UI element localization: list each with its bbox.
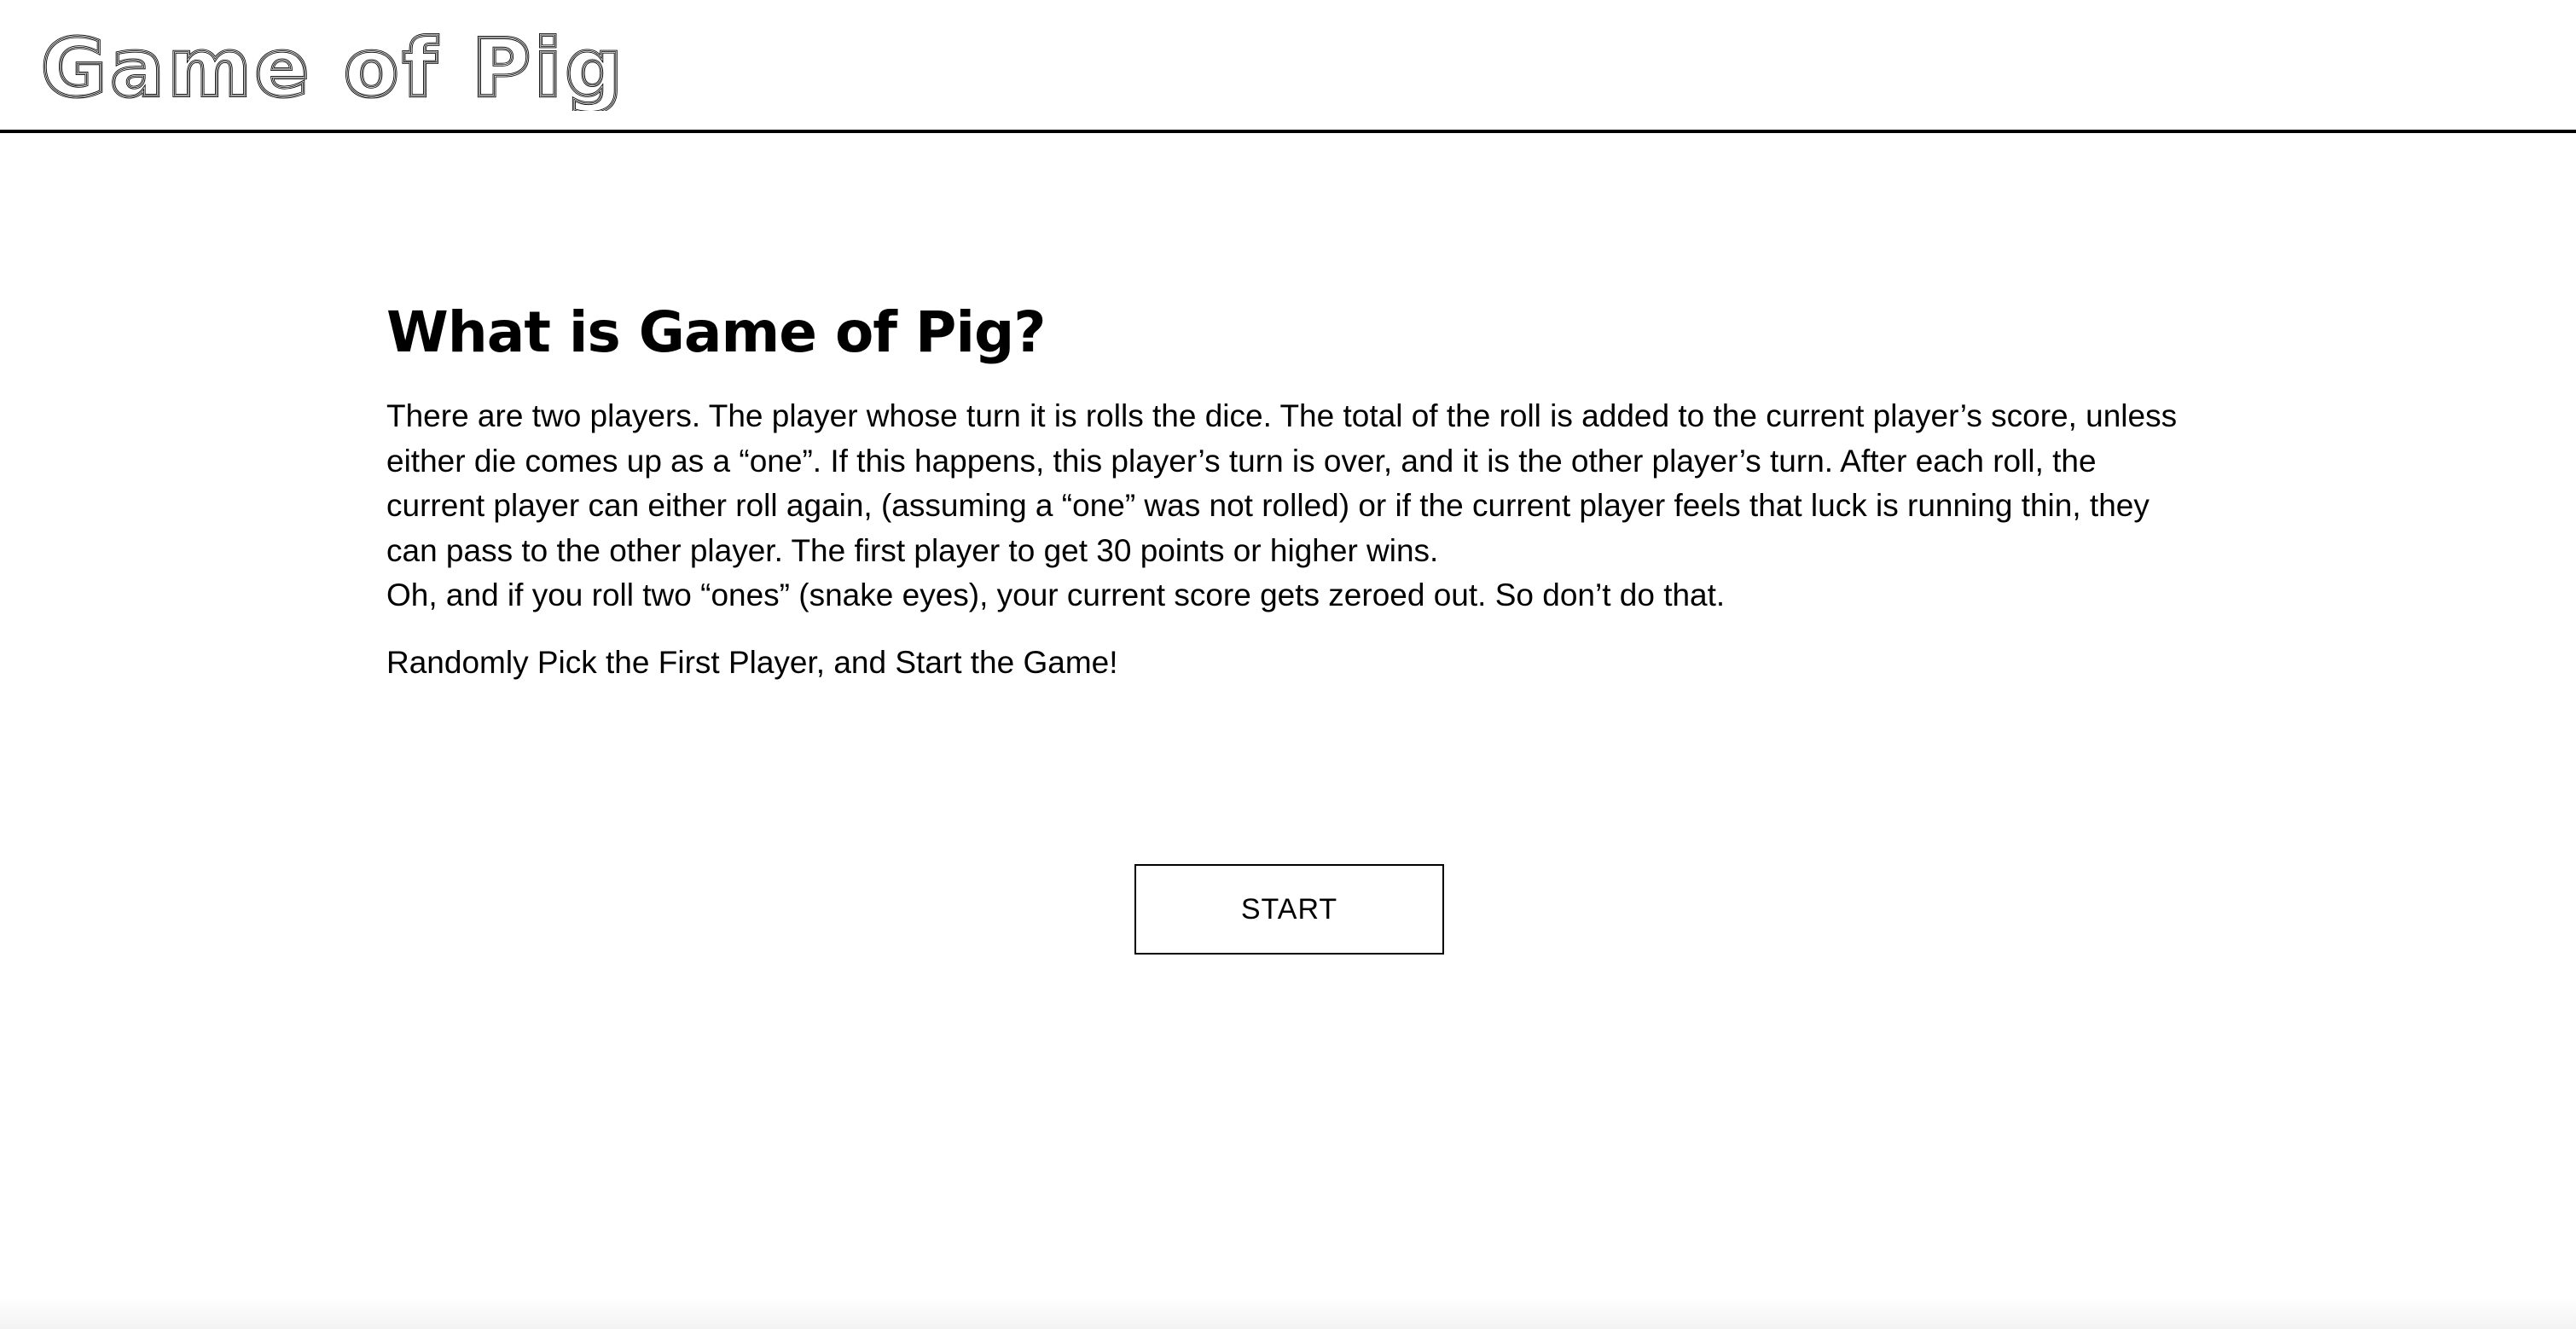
site-header: Game of Pig Game of Pig Game of Pig Game… [0, 0, 2576, 133]
rules-description: There are two players. The player whose … [386, 394, 2195, 618]
start-instruction: Randomly Pick the First Player, and Star… [386, 644, 1118, 680]
game-of-pig-logo[interactable]: Game of Pig Game of Pig Game of Pig Game… [38, 17, 635, 111]
rules-paragraph: There are two players. The player whose … [386, 398, 2178, 568]
snake-eyes-paragraph: Oh, and if you roll two “ones” (snake ey… [386, 577, 1726, 612]
intro-section: What is Game of Pig? There are two playe… [386, 290, 2195, 685]
start-button[interactable]: START [1134, 864, 1444, 955]
footer-shade [0, 1297, 2576, 1329]
page-title: What is Game of Pig? [386, 299, 1047, 365]
logo-stroke-inner: Game of Pig [41, 22, 626, 111]
